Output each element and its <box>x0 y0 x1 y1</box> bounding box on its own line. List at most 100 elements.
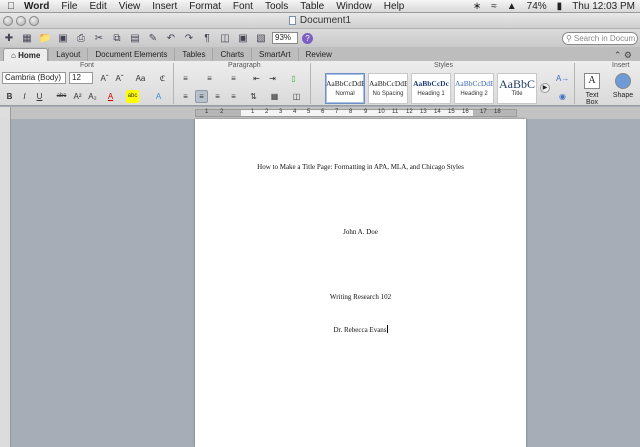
open-folder-icon[interactable]: 📁 <box>38 32 52 45</box>
document-canvas[interactable]: How to Make a Title Page: Formatting in … <box>11 119 640 447</box>
close-window-button[interactable] <box>3 16 13 26</box>
undo-icon[interactable]: ↶ <box>164 32 178 45</box>
shading-icon[interactable]: ▦ <box>268 90 281 103</box>
increase-indent-icon[interactable]: ⇥ <box>266 72 279 85</box>
grow-font-icon[interactable]: Aˆ <box>98 72 111 85</box>
vertical-ruler[interactable] <box>0 119 11 447</box>
highlight-button[interactable]: abc <box>126 90 139 103</box>
tab-selector-icon[interactable] <box>0 107 11 119</box>
style-heading-1[interactable]: AaBbCcDc Heading 1 <box>411 73 451 104</box>
redo-icon[interactable]: ↷ <box>182 32 196 45</box>
instructor-line[interactable]: Dr. Rebecca Evans <box>195 325 526 334</box>
bluetooth-icon[interactable]: ∗ <box>468 1 486 12</box>
template-gallery-icon[interactable]: ▦ <box>20 32 34 45</box>
italic-button[interactable]: I <box>18 90 31 103</box>
bullets-icon[interactable]: ≡ <box>179 72 192 85</box>
battery-icon[interactable]: ▮ <box>552 1 568 12</box>
search-input[interactable]: ⚲ Search in Docum <box>562 32 638 45</box>
ruler-track[interactable]: 1 2 1 2 3 4 5 6 7 8 9 10 11 12 13 14 15 … <box>195 109 517 117</box>
superscript-button[interactable]: A² <box>71 90 84 103</box>
battery-status[interactable]: 74% <box>522 1 552 12</box>
zoom-window-button[interactable] <box>29 16 39 26</box>
styles-next-icon[interactable]: ▶ <box>540 83 550 93</box>
columns-icon[interactable]: ▯ <box>287 72 300 85</box>
tab-review[interactable]: Review <box>297 48 339 61</box>
author-name[interactable]: John A. Doe <box>195 228 526 236</box>
print-icon[interactable]: ⎙ <box>74 32 88 45</box>
menu-view[interactable]: View <box>113 0 147 13</box>
menu-insert[interactable]: Insert <box>146 0 183 13</box>
tab-charts[interactable]: Charts <box>212 48 251 61</box>
volume-icon[interactable]: ▲ <box>502 1 522 12</box>
format-painter-icon[interactable]: ✎ <box>146 32 160 45</box>
style-title[interactable]: AaBbC Title <box>497 73 537 104</box>
line-spacing-icon[interactable]: ⇅ <box>247 90 260 103</box>
menu-help[interactable]: Help <box>378 0 411 13</box>
bold-button[interactable]: B <box>3 90 16 103</box>
change-case-icon[interactable]: Aa <box>134 72 147 85</box>
font-size-select[interactable]: 12 <box>69 72 93 84</box>
tab-smartart[interactable]: SmartArt <box>251 48 298 61</box>
insert-text-box-button[interactable]: A Text Box <box>579 73 605 106</box>
text-effects-button[interactable]: A <box>152 90 165 103</box>
apple-menu-icon[interactable]:  <box>4 1 18 12</box>
align-right-icon[interactable]: ≡ <box>211 90 224 103</box>
strikethrough-button[interactable]: abc <box>55 90 68 103</box>
borders-icon[interactable]: ◫ <box>290 90 303 103</box>
horizontal-ruler[interactable]: 1 2 1 2 3 4 5 6 7 8 9 10 11 12 13 14 15 … <box>0 107 640 119</box>
ruler-number: 17 <box>480 109 487 115</box>
copy-icon[interactable]: ⧉ <box>110 32 124 45</box>
style-no-spacing[interactable]: AaBbCcDdEe No Spacing <box>368 73 408 104</box>
media-browser-icon[interactable]: ▧ <box>254 32 268 45</box>
insert-shape-button[interactable]: Shape <box>610 73 636 99</box>
course-name[interactable]: Writing Research 102 <box>195 293 526 301</box>
align-center-icon[interactable]: ≡ <box>195 90 208 103</box>
menu-edit[interactable]: Edit <box>84 0 113 13</box>
ribbon-home: Font Cambria (Body) 12 Aˆ Aˇ Aa ℭ B I U … <box>0 61 640 106</box>
search-placeholder: Search in Docum <box>573 34 636 43</box>
font-name-select[interactable]: Cambria (Body) <box>2 72 66 84</box>
instructor-name[interactable]: Dr. Rebecca Evans <box>333 326 386 334</box>
align-left-icon[interactable]: ≡ <box>179 90 192 103</box>
toolbox-icon[interactable]: ▣ <box>236 32 250 45</box>
numbering-icon[interactable]: ≡ <box>203 72 216 85</box>
sidebar-icon[interactable]: ◫ <box>218 32 232 45</box>
clock[interactable]: Thu 12:03 PM <box>567 1 640 12</box>
menu-file[interactable]: File <box>55 0 83 13</box>
tab-layout[interactable]: Layout <box>48 48 87 61</box>
wifi-icon[interactable]: ≈ <box>486 1 502 12</box>
menu-font[interactable]: Font <box>227 0 259 13</box>
decrease-indent-icon[interactable]: ⇤ <box>250 72 263 85</box>
style-normal[interactable]: AaBbCcDdEe Normal <box>325 73 365 104</box>
zoom-select[interactable]: 93% <box>272 32 298 44</box>
underline-button[interactable]: U <box>33 90 46 103</box>
document-page[interactable]: How to Make a Title Page: Formatting in … <box>195 119 526 447</box>
justify-icon[interactable]: ≡ <box>227 90 240 103</box>
paper-title[interactable]: How to Make a Title Page: Formatting in … <box>195 163 526 171</box>
tab-document-elements[interactable]: Document Elements <box>87 48 174 61</box>
cut-icon[interactable]: ✂ <box>92 32 106 45</box>
show-formatting-icon[interactable]: ¶ <box>200 32 214 45</box>
ribbon-options-icon[interactable]: ⌃ ⚙ <box>614 50 640 61</box>
help-icon[interactable]: ? <box>302 32 313 44</box>
menu-format[interactable]: Format <box>183 0 227 13</box>
menu-window[interactable]: Window <box>330 0 378 13</box>
minimize-window-button[interactable] <box>16 16 26 26</box>
manage-styles-icon[interactable]: A→ <box>556 72 569 85</box>
new-document-icon[interactable]: ✚ <box>2 32 16 45</box>
shrink-font-icon[interactable]: Aˇ <box>113 72 126 85</box>
menu-table[interactable]: Table <box>294 0 330 13</box>
paste-icon[interactable]: ▤ <box>128 32 142 45</box>
tab-home[interactable]: ⌂ Home <box>3 48 49 61</box>
save-icon[interactable]: ▣ <box>56 32 70 45</box>
window-title-text: Document1 <box>299 15 352 26</box>
style-heading-2[interactable]: AaBbCcDdEe Heading 2 <box>454 73 494 104</box>
menu-tools[interactable]: Tools <box>259 0 294 13</box>
subscript-button[interactable]: A₂ <box>86 90 99 103</box>
menu-word[interactable]: Word <box>18 0 55 13</box>
tab-tables[interactable]: Tables <box>174 48 212 61</box>
clear-formatting-icon[interactable]: ℭ <box>156 72 169 85</box>
style-pane-icon[interactable]: ◉ <box>556 90 569 103</box>
multilevel-list-icon[interactable]: ≡ <box>227 72 240 85</box>
font-color-button[interactable]: A <box>104 90 117 103</box>
